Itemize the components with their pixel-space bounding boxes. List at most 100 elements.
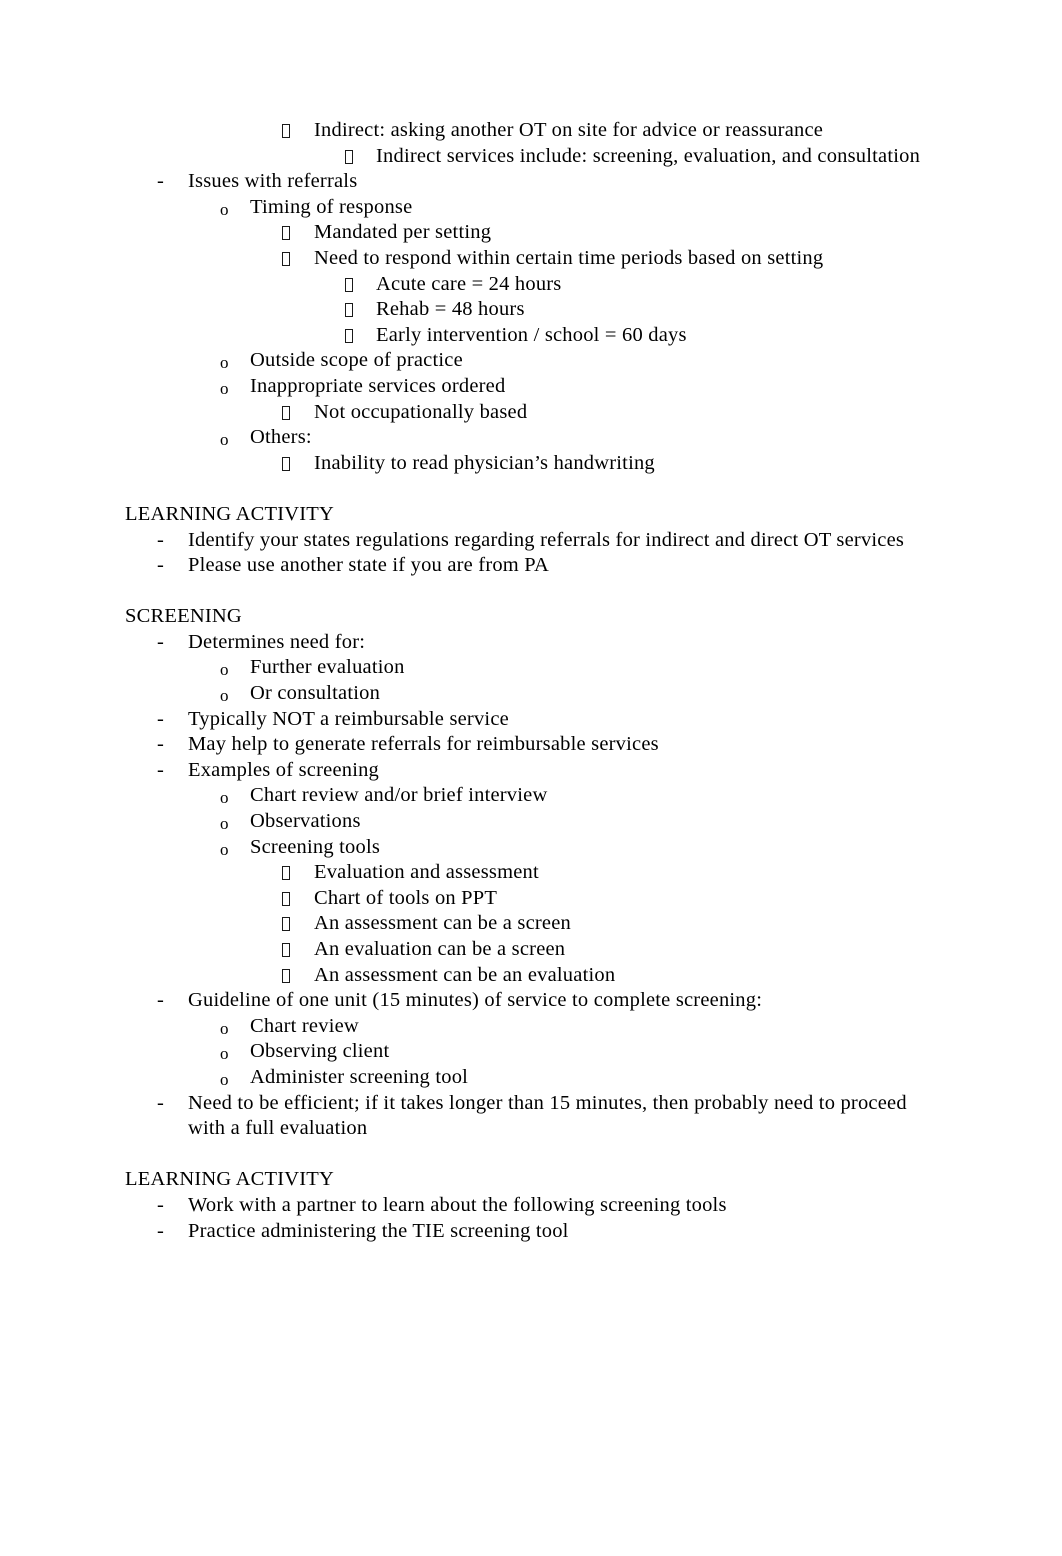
outline-item-text: Work with a partner to learn about the f… — [188, 1193, 727, 1216]
outline-item-level-2: o Administer screening tool — [125, 1065, 925, 1091]
outline-item-text: May help to generate referrals for reimb… — [188, 733, 659, 756]
dash-bullet-icon: - — [157, 170, 165, 193]
outline-item-text: Early intervention / school = 60 days — [376, 323, 687, 346]
outline-item-level-2: o Chart review — [125, 1014, 925, 1040]
dash-bullet-icon: - — [157, 630, 165, 653]
outline-item-text: Not occupationally based — [314, 400, 528, 423]
outline-item-text: Issues with referrals — [188, 170, 358, 193]
outline-item-text: Rehab = 48 hours — [376, 298, 525, 321]
circle-letter-bullet-icon: o — [220, 378, 229, 398]
box-glyph-bullet-icon — [282, 118, 290, 144]
missing-glyph-box-icon — [282, 405, 290, 420]
outline-item-level-4: Acute care = 24 hours — [125, 272, 925, 298]
outline-item-level-1: - Issues with referrals — [125, 169, 925, 195]
dash-bullet-icon: - — [157, 1091, 165, 1114]
circle-letter-bullet-icon: o — [220, 1044, 229, 1064]
outline-item-text: Indirect services include: screening, ev… — [376, 144, 921, 167]
missing-glyph-box-icon — [282, 917, 290, 932]
outline-item-text: Outside scope of practice — [250, 349, 463, 372]
outline-item-level-4: Indirect services include: screening, ev… — [125, 144, 925, 170]
outline-item-level-3: An assessment can be a screen — [125, 911, 925, 937]
outline-item-text: Guideline of one unit (15 minutes) of se… — [188, 989, 763, 1012]
box-glyph-bullet-icon — [345, 144, 353, 170]
outline-item-text: Administer screening tool — [250, 1065, 469, 1088]
outline-item-text: Inappropriate services ordered — [250, 374, 506, 397]
outline-item-text: Determines need for: — [188, 630, 366, 653]
outline-item-level-3: Evaluation and assessment — [125, 860, 925, 886]
missing-glyph-box-icon — [282, 866, 290, 881]
missing-glyph-box-icon — [282, 251, 290, 266]
section-heading: LEARNING ACTIVITY — [125, 502, 925, 528]
circle-letter-bullet-icon: o — [220, 1069, 229, 1089]
outline-item-text: Please use another state if you are from… — [188, 554, 550, 577]
outline-item-level-3: Inability to read physician’s handwritin… — [125, 451, 925, 477]
outline-item-text: Need to respond within certain time peri… — [314, 246, 824, 269]
box-glyph-bullet-icon — [282, 400, 290, 426]
circle-letter-bullet-icon: o — [220, 1018, 229, 1038]
outline-item-level-1: - Determines need for: — [125, 630, 925, 656]
outline-item-level-2: o Chart review and/or brief interview — [125, 783, 925, 809]
outline-item-level-2: o Inappropriate services ordered — [125, 374, 925, 400]
outline-item-level-1: - Need to be efficient; if it takes longe… — [125, 1091, 925, 1142]
outline-item-text: An evaluation can be a screen — [314, 938, 566, 960]
circle-letter-bullet-icon: o — [220, 199, 229, 219]
missing-glyph-box-icon — [282, 968, 290, 983]
missing-glyph-box-icon — [345, 277, 353, 292]
outline-item-text: Mandated per setting — [314, 221, 492, 244]
outline-item-text: Further evaluation — [250, 656, 405, 679]
outline-item-text: Practice administering the TIE screening… — [188, 1219, 569, 1242]
outline-item-level-2: o Further evaluation — [125, 655, 925, 681]
outline-item-text: An assessment can be an evaluation — [314, 963, 616, 986]
missing-glyph-box-icon — [282, 124, 290, 138]
outline-item-level-3: An evaluation can be a screen — [125, 937, 925, 963]
outline-item-text: Or consultation — [250, 682, 381, 705]
circle-letter-bullet-icon: o — [220, 430, 229, 450]
outline-item-text: An assessment can be a screen — [314, 912, 571, 935]
outline-item-level-4: Early intervention / school = 60 days — [125, 323, 925, 349]
outline-item-level-1: - Please use another state if you are fro… — [125, 553, 925, 579]
outline-item-level-1: - Work with a partner to learn about the … — [125, 1193, 925, 1219]
box-glyph-bullet-icon — [282, 451, 290, 477]
missing-glyph-box-icon — [345, 328, 353, 343]
outline-item-level-1: - Identify your states regulations regard… — [125, 528, 925, 554]
box-glyph-bullet-icon — [282, 220, 290, 246]
outline-item-level-3: Need to respond within certain time peri… — [125, 246, 925, 272]
box-glyph-bullet-icon — [282, 937, 290, 963]
section-heading-text: LEARNING ACTIVITY — [125, 502, 335, 525]
outline-item-text: Others: — [250, 426, 312, 449]
box-glyph-bullet-icon — [345, 323, 353, 349]
outline-item-level-2: o Observations — [125, 809, 925, 835]
box-glyph-bullet-icon — [282, 963, 290, 989]
dash-bullet-icon: - — [157, 528, 165, 551]
outline-item-level-1: - Practice administering the TIE screenin… — [125, 1219, 925, 1245]
circle-letter-bullet-icon: o — [220, 660, 229, 680]
section-heading-text: SCREENING — [125, 605, 242, 628]
dash-bullet-icon: - — [157, 733, 165, 756]
circle-letter-bullet-icon: o — [220, 353, 229, 373]
document-page: Indirect: asking another OT on site for … — [0, 0, 1062, 1556]
dash-bullet-icon: - — [157, 758, 165, 781]
document-body: Indirect: asking another OT on site for … — [125, 118, 925, 1244]
dash-bullet-icon: - — [157, 1219, 165, 1242]
circle-letter-bullet-icon: o — [220, 686, 229, 706]
missing-glyph-box-icon — [345, 149, 353, 164]
outline-item-level-2: o Outside scope of practice — [125, 348, 925, 374]
dash-bullet-icon: - — [157, 989, 165, 1012]
outline-item-text: Identify your states regulations regardi… — [188, 528, 905, 551]
outline-item-level-2: o Screening tools — [125, 835, 925, 861]
section-heading: SCREENING — [125, 604, 925, 630]
missing-glyph-box-icon — [345, 303, 353, 318]
section-heading-text: LEARNING ACTIVITY — [125, 1168, 335, 1191]
outline-item-text: Need to be efficient; if it takes longer… — [188, 1091, 907, 1140]
outline-item-level-1: - Guideline of one unit (15 minutes) of s… — [125, 988, 925, 1014]
outline-item-text: Observations — [250, 810, 361, 833]
outline-item-level-1: - Typically NOT a reimbursable service — [125, 707, 925, 733]
outline-item-level-1: - May help to generate referrals for reim… — [125, 732, 925, 758]
outline-item-text: Inability to read physician’s handwritin… — [314, 451, 655, 474]
outline-item-level-2: o Timing of response — [125, 195, 925, 221]
missing-glyph-box-icon — [282, 226, 290, 241]
dash-bullet-icon: - — [157, 554, 165, 577]
outline-item-level-3: Not occupationally based — [125, 400, 925, 426]
